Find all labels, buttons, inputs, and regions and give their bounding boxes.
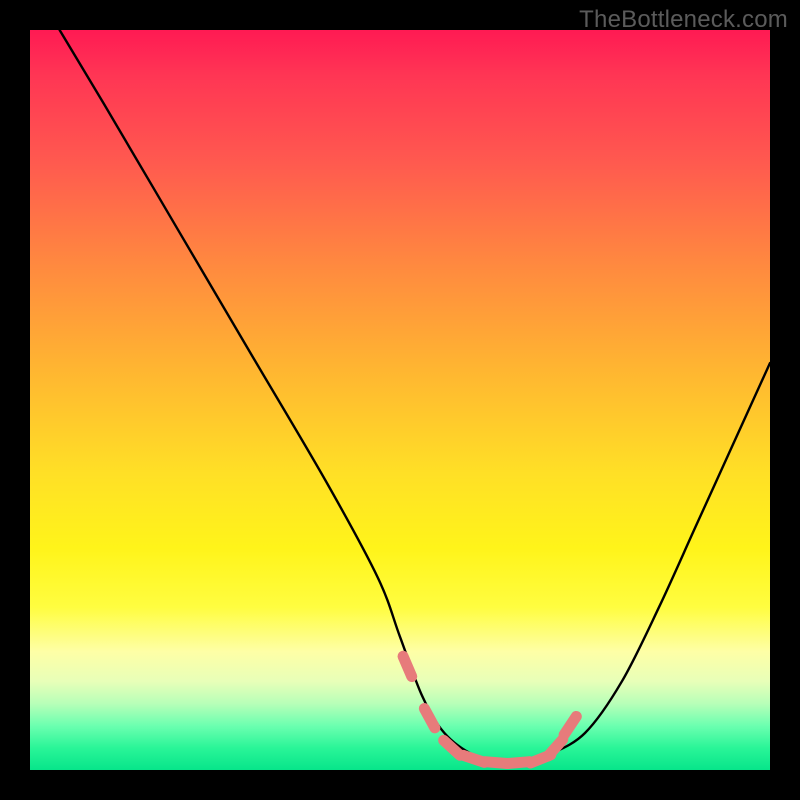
- curve-overlay: [30, 30, 770, 770]
- marker-segment: [564, 716, 576, 734]
- chart-frame: TheBottleneck.com: [0, 0, 800, 800]
- highlight-markers: [403, 656, 576, 763]
- marker-segment: [424, 709, 435, 728]
- marker-segment: [444, 740, 460, 755]
- bottleneck-curve: [60, 30, 770, 764]
- marker-segment: [403, 656, 412, 676]
- marker-segment: [548, 740, 563, 756]
